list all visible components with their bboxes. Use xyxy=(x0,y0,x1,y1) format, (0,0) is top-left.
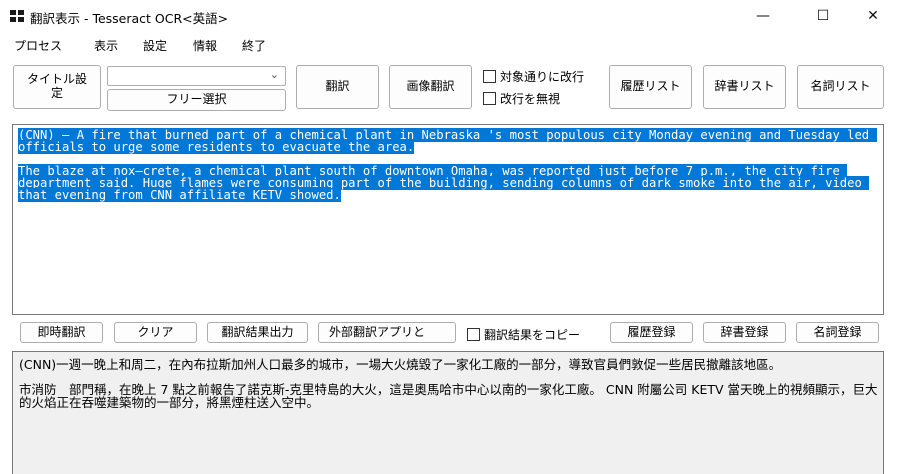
menu-bar: プロセス 表示 設定 情報 終了 xyxy=(0,33,900,57)
newline-as-source-checkbox[interactable]: 対象通りに改行 xyxy=(483,68,584,85)
free-select-button[interactable]: フリー選択 xyxy=(107,89,286,111)
output-result-button[interactable]: 翻訳結果出力 xyxy=(207,322,308,343)
menu-exit[interactable]: 終了 xyxy=(242,37,266,54)
close-icon: ✕ xyxy=(867,8,879,24)
menu-settings[interactable]: 設定 xyxy=(143,37,167,54)
checkbox-box xyxy=(483,92,496,105)
title-settings-button[interactable]: タイトル設定 xyxy=(13,65,101,109)
checkbox-box xyxy=(483,70,496,83)
source-text-area[interactable]: (CNN) — A fire that burned part of a che… xyxy=(12,124,884,315)
menu-process[interactable]: プロセス xyxy=(14,37,62,54)
source-paragraph-1: (CNN) — A fire that burned part of a che… xyxy=(18,128,877,154)
minimize-button[interactable]: — xyxy=(740,0,786,32)
copy-result-checkbox[interactable]: 翻訳結果をコピー xyxy=(467,326,580,343)
close-button[interactable]: ✕ xyxy=(850,0,896,32)
output-paragraph-2: 市消防 部門稱，在晚上 7 點之前報告了諾克斯-克里特島的大火，這是奧馬哈市中心… xyxy=(19,382,878,410)
dictionary-list-button[interactable]: 辞書リスト xyxy=(703,65,786,109)
minimize-icon: — xyxy=(756,8,770,24)
chevron-down-icon: ⌄ xyxy=(269,68,279,81)
translate-button[interactable]: 翻訳 xyxy=(296,65,379,109)
output-paragraph-1: (CNN)一週一晚上和周二，在內布拉斯加州人口最多的城市，一場大火燒毀了一家化工… xyxy=(19,357,782,372)
copy-result-label: 翻訳結果をコピー xyxy=(484,328,581,342)
newline-as-source-label: 対象通りに改行 xyxy=(500,70,585,84)
checkbox-box xyxy=(467,328,480,341)
history-list-button[interactable]: 履歴リスト xyxy=(609,65,692,109)
register-noun-button[interactable]: 名詞登録 xyxy=(796,322,879,343)
menu-view[interactable]: 表示 xyxy=(94,37,118,54)
image-translate-button[interactable]: 画像翻訳 xyxy=(389,65,472,109)
register-dictionary-button[interactable]: 辞書登録 xyxy=(703,322,786,343)
ignore-newline-checkbox[interactable]: 改行を無視 xyxy=(483,90,560,107)
maximize-icon: ☐ xyxy=(816,8,830,24)
title-combo[interactable]: ⌄ xyxy=(107,66,286,86)
app-icon xyxy=(10,10,24,22)
maximize-button[interactable]: ☐ xyxy=(800,0,846,32)
action-bar: 即時翻訳 クリア 翻訳結果出力 外部翻訳アプリと 翻訳結果をコピー 履歴登録 辞… xyxy=(0,320,900,346)
window-title: 翻訳表示 - Tesseract OCR<英語> xyxy=(30,11,229,26)
instant-translate-button[interactable]: 即時翻訳 xyxy=(20,322,103,343)
title-bar: 翻訳表示 - Tesseract OCR<英語> — ☐ ✕ xyxy=(0,0,900,32)
ignore-newline-label: 改行を無視 xyxy=(500,92,561,106)
translation-output-area[interactable]: (CNN)一週一晚上和周二，在內布拉斯加州人口最多的城市，一場大火燒毀了一家化工… xyxy=(12,351,884,474)
noun-list-button[interactable]: 名詞リスト xyxy=(797,65,884,109)
menu-info[interactable]: 情報 xyxy=(193,37,217,54)
source-paragraph-2: The blaze at nox—crete, a chemical plant… xyxy=(18,164,870,202)
clear-button[interactable]: クリア xyxy=(114,322,197,343)
register-history-button[interactable]: 履歴登録 xyxy=(610,322,693,343)
external-app-button[interactable]: 外部翻訳アプリと xyxy=(318,322,456,343)
